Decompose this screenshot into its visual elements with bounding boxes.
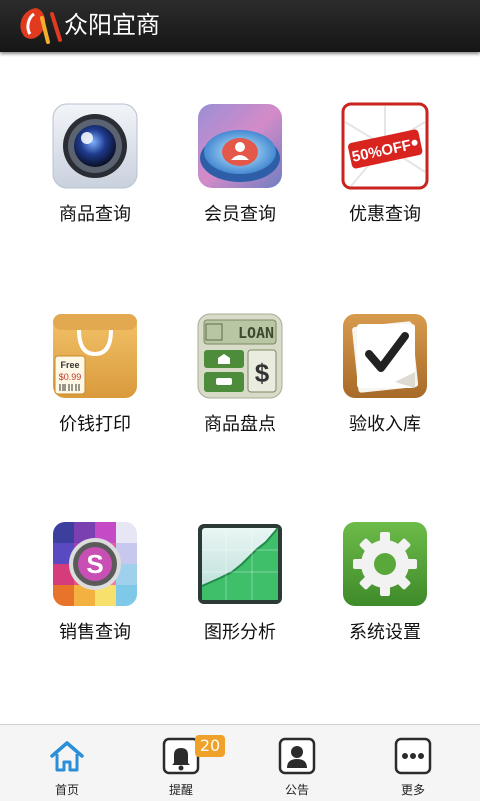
title-bar: 众阳宜商 [0, 0, 480, 52]
grid-item-chart-analysis[interactable]: 图形分析 [165, 520, 315, 660]
camera-lens-icon [52, 103, 138, 189]
grid-item-sales-query[interactable]: S 销售查询 [20, 520, 170, 660]
app-logo-icon [20, 8, 62, 44]
grid-item-system-settings[interactable]: 系统设置 [310, 520, 460, 660]
grid-item-discount-query[interactable]: 50%OFF 优惠查询 [310, 102, 460, 242]
grid-item-label: 系统设置 [349, 622, 421, 643]
grid-item-receiving[interactable]: 验收入库 [310, 312, 460, 452]
reminder-count-badge: 20 [195, 735, 225, 757]
grid-item-member-query[interactable]: 会员查询 [165, 102, 315, 242]
tab-label: 首页 [54, 783, 79, 797]
tab-label: 公告 [284, 783, 309, 797]
grid-item-label: 商品盘点 [204, 414, 276, 435]
colorful-s-icon: S [53, 522, 137, 606]
tab-label: 提醒 [168, 783, 193, 797]
loan-display-text: LOAN [238, 324, 274, 342]
svg-text:$: $ [255, 358, 270, 388]
grid-item-product-query[interactable]: 商品查询 [20, 102, 170, 242]
home-icon [50, 741, 84, 772]
app-title: 众阳宜商 [64, 11, 160, 39]
grid-item-label: 图形分析 [204, 622, 276, 643]
settings-gear-icon [343, 522, 427, 606]
tab-more[interactable]: 更多 [353, 725, 473, 801]
calculator-loan-icon: LOAN $ [197, 313, 283, 399]
function-grid: 商品查询 会员查询 50%OFF 优惠查询 Free $0.99 价钱打印 LO… [0, 52, 480, 724]
more-dots-icon [394, 737, 432, 775]
grid-item-label: 价钱打印 [59, 414, 131, 435]
discount-tag-icon: 50%OFF [341, 102, 429, 190]
grid-item-label: 验收入库 [349, 414, 421, 435]
grid-item-label: 优惠查询 [349, 204, 421, 225]
tab-home[interactable]: 首页 [7, 725, 127, 801]
price-tag-free-text: Free [60, 360, 79, 370]
member-profile-icon [198, 104, 282, 188]
grid-item-stocktake[interactable]: LOAN $ 商品盘点 [165, 312, 315, 452]
tab-reminder[interactable]: 20 提醒 [121, 725, 241, 801]
grid-item-price-print[interactable]: Free $0.99 价钱打印 [20, 312, 170, 452]
svg-text:S: S [86, 549, 103, 579]
tab-label: 更多 [400, 783, 425, 797]
bottom-tab-bar: 首页 20 提醒 公告 更多 [0, 724, 480, 801]
grid-item-label: 商品查询 [59, 204, 131, 225]
tab-announcement[interactable]: 公告 [237, 725, 357, 801]
checkmark-note-icon [343, 314, 427, 398]
person-card-icon [278, 737, 316, 775]
price-tag-price-text: $0.99 [59, 372, 82, 382]
grid-item-label: 销售查询 [59, 622, 131, 643]
grid-item-label: 会员查询 [204, 204, 276, 225]
shopping-bag-price-icon: Free $0.99 [53, 314, 137, 398]
area-chart-icon [198, 524, 282, 604]
